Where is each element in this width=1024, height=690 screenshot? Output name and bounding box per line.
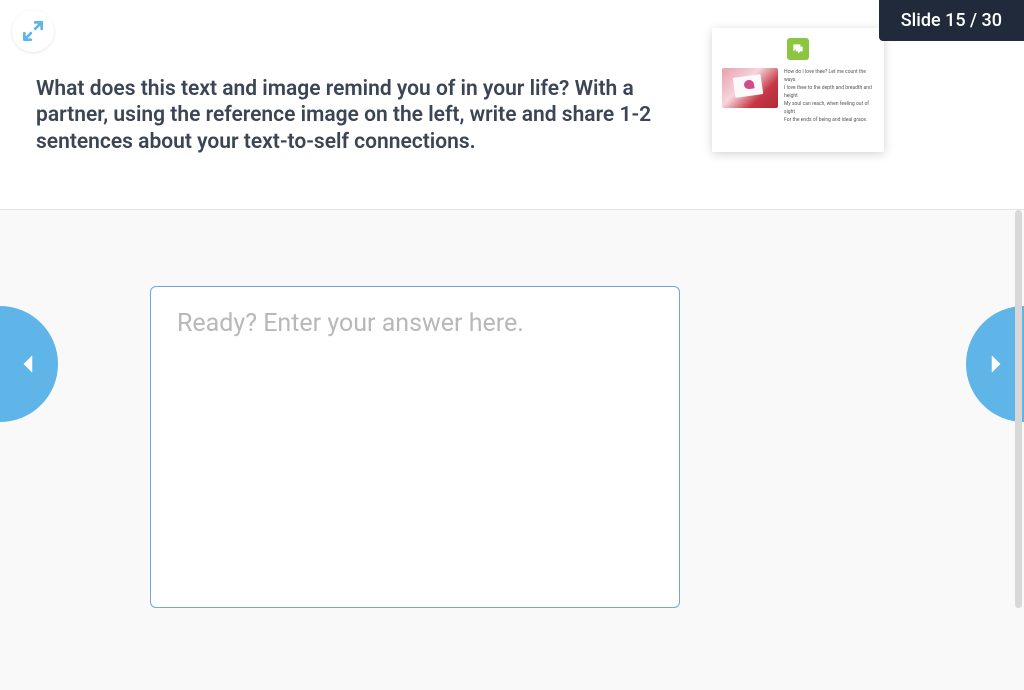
fullscreen-button[interactable] [12,10,54,52]
preview-line: How do I love thee? Let me count the way… [784,68,874,84]
slide-preview-thumbnail[interactable]: How do I love thee? Let me count the way… [712,28,884,152]
slide-counter-badge: Slide 15 / 30 [879,0,1024,41]
preview-text: How do I love thee? Let me count the way… [784,68,874,124]
scrollbar[interactable] [1015,210,1022,608]
chat-icon [787,38,809,60]
chevron-right-icon [982,351,1008,377]
preview-line: For the ends of being and ideal grace. [784,116,874,124]
expand-icon [20,18,46,44]
preview-line: I love thee to the depth and breadth and… [784,84,874,100]
preview-line: My soul can reach, when feeling out of s… [784,100,874,116]
previous-slide-button[interactable] [0,306,58,422]
answer-input[interactable] [150,286,680,608]
preview-content: How do I love thee? Let me count the way… [722,68,874,124]
answer-section [0,210,1024,690]
chevron-left-icon [16,351,42,377]
header-section: What does this text and image remind you… [0,0,1024,210]
prompt-text: What does this text and image remind you… [36,76,666,155]
preview-image [722,68,778,108]
